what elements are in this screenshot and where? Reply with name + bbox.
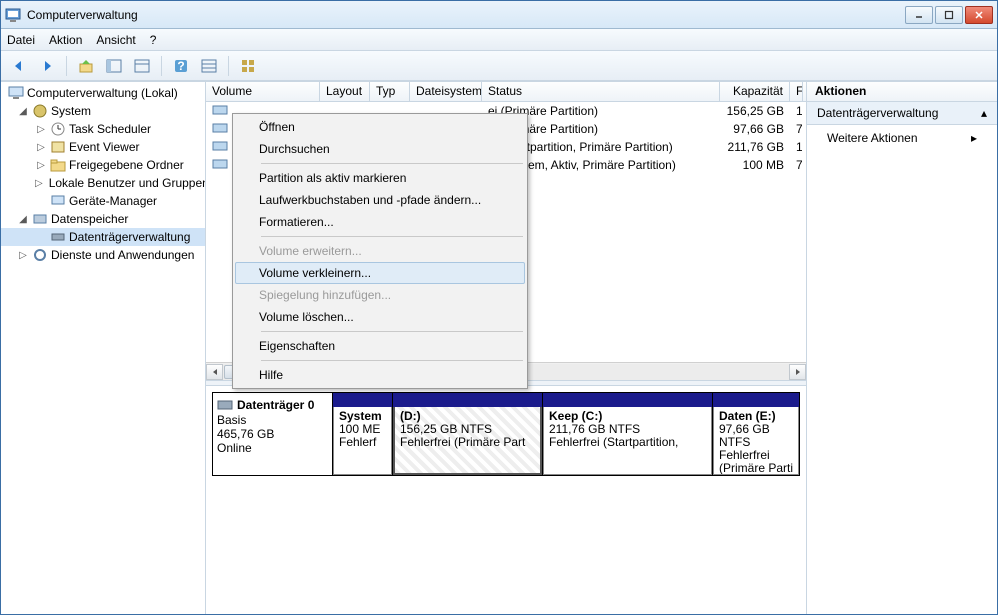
- tree-disk-management[interactable]: Datenträgerverwaltung: [1, 228, 205, 246]
- context-menu: Öffnen Durchsuchen Partition als aktiv m…: [232, 113, 528, 389]
- list-button[interactable]: [197, 54, 221, 78]
- computer-icon: [8, 85, 24, 101]
- device-icon: [50, 193, 66, 209]
- tools-icon: [32, 103, 48, 119]
- col-free[interactable]: F: [790, 82, 803, 101]
- close-button[interactable]: [965, 6, 993, 24]
- ctx-browse[interactable]: Durchsuchen: [235, 138, 525, 160]
- tree-system[interactable]: ◢System: [1, 102, 205, 120]
- up-button[interactable]: [74, 54, 98, 78]
- actions-pane: Aktionen Datenträgerverwaltung ▴ Weitere…: [807, 82, 997, 614]
- collapse-icon: ▴: [981, 106, 987, 120]
- partition-c[interactable]: Keep (C:)211,76 GB NTFSFehlerfrei (Start…: [543, 393, 713, 475]
- volume-list-header: Volume Layout Typ Dateisystem Status Kap…: [206, 82, 806, 102]
- ctx-delete[interactable]: Volume löschen...: [235, 306, 525, 328]
- tree-local-users[interactable]: ▷Lokale Benutzer und Gruppen: [1, 174, 205, 192]
- menu-help[interactable]: ?: [150, 33, 157, 47]
- volume-icon: [212, 138, 228, 154]
- partition-e[interactable]: Daten (E:)97,66 GB NTFSFehlerfrei (Primä…: [713, 393, 799, 475]
- actions-section[interactable]: Datenträgerverwaltung ▴: [807, 102, 997, 125]
- actions-more[interactable]: Weitere Aktionen ▸: [807, 125, 997, 151]
- ctx-extend: Volume erweitern...: [235, 240, 525, 262]
- tree-event-viewer[interactable]: ▷Event Viewer: [1, 138, 205, 156]
- window-title: Computerverwaltung: [27, 8, 905, 22]
- ctx-properties[interactable]: Eigenschaften: [235, 335, 525, 357]
- volume-icon: [212, 120, 228, 136]
- refresh-button[interactable]: [236, 54, 260, 78]
- menu-action[interactable]: Aktion: [49, 33, 82, 47]
- tree-device-manager[interactable]: Geräte-Manager: [1, 192, 205, 210]
- disk-row: Datenträger 0 Basis 465,76 GB Online Sys…: [212, 392, 800, 476]
- minimize-button[interactable]: [905, 6, 933, 24]
- tree-pane: Computerverwaltung (Lokal) ◢System ▷Task…: [1, 82, 206, 614]
- chevron-right-icon: ▸: [971, 131, 977, 145]
- show-hide-tree-button[interactable]: [102, 54, 126, 78]
- tree-task-scheduler[interactable]: ▷Task Scheduler: [1, 120, 205, 138]
- app-icon: [5, 7, 21, 23]
- properties-button[interactable]: [130, 54, 154, 78]
- clock-icon: [50, 121, 66, 137]
- col-type[interactable]: Typ: [370, 82, 410, 101]
- menubar: Datei Aktion Ansicht ?: [1, 29, 997, 51]
- col-capacity[interactable]: Kapazität: [720, 82, 790, 101]
- tree-root[interactable]: Computerverwaltung (Lokal): [1, 84, 205, 102]
- menu-file[interactable]: Datei: [7, 33, 35, 47]
- scroll-left-button[interactable]: [206, 364, 223, 380]
- disk-info[interactable]: Datenträger 0 Basis 465,76 GB Online: [213, 393, 333, 475]
- tree-services[interactable]: ▷Dienste und Anwendungen: [1, 246, 205, 264]
- titlebar: Computerverwaltung: [1, 1, 997, 29]
- tree-storage[interactable]: ◢Datenspeicher: [1, 210, 205, 228]
- ctx-mark-active[interactable]: Partition als aktiv markieren: [235, 167, 525, 189]
- ctx-open[interactable]: Öffnen: [235, 116, 525, 138]
- storage-icon: [32, 211, 48, 227]
- help-button[interactable]: ?: [169, 54, 193, 78]
- tree-shared-folders[interactable]: ▷Freigegebene Ordner: [1, 156, 205, 174]
- maximize-button[interactable]: [935, 6, 963, 24]
- ctx-format[interactable]: Formatieren...: [235, 211, 525, 233]
- ctx-change-letter[interactable]: Laufwerkbuchstaben und -pfade ändern...: [235, 189, 525, 211]
- forward-button[interactable]: [35, 54, 59, 78]
- services-icon: [32, 247, 48, 263]
- partition-system[interactable]: System100 MEFehlerf: [333, 393, 393, 475]
- disk-icon: [50, 229, 66, 245]
- volume-icon: [212, 156, 228, 172]
- ctx-mirror: Spiegelung hinzufügen...: [235, 284, 525, 306]
- event-icon: [50, 139, 66, 155]
- folder-shared-icon: [50, 157, 66, 173]
- toolbar: ?: [1, 51, 997, 81]
- ctx-help[interactable]: Hilfe: [235, 364, 525, 386]
- hdd-icon: [217, 397, 233, 413]
- partition-d[interactable]: (D:)156,25 GB NTFSFehlerfrei (Primäre Pa…: [393, 393, 543, 475]
- col-volume[interactable]: Volume: [206, 82, 320, 101]
- back-button[interactable]: [7, 54, 31, 78]
- col-filesystem[interactable]: Dateisystem: [410, 82, 482, 101]
- volume-icon: [212, 102, 228, 118]
- col-layout[interactable]: Layout: [320, 82, 370, 101]
- svg-text:?: ?: [177, 59, 184, 73]
- col-status[interactable]: Status: [482, 82, 720, 101]
- disk-graphical-view: Datenträger 0 Basis 465,76 GB Online Sys…: [206, 386, 806, 614]
- actions-header: Aktionen: [807, 82, 997, 102]
- ctx-shrink[interactable]: Volume verkleinern...: [235, 262, 525, 284]
- scroll-right-button[interactable]: [789, 364, 806, 380]
- menu-view[interactable]: Ansicht: [96, 33, 135, 47]
